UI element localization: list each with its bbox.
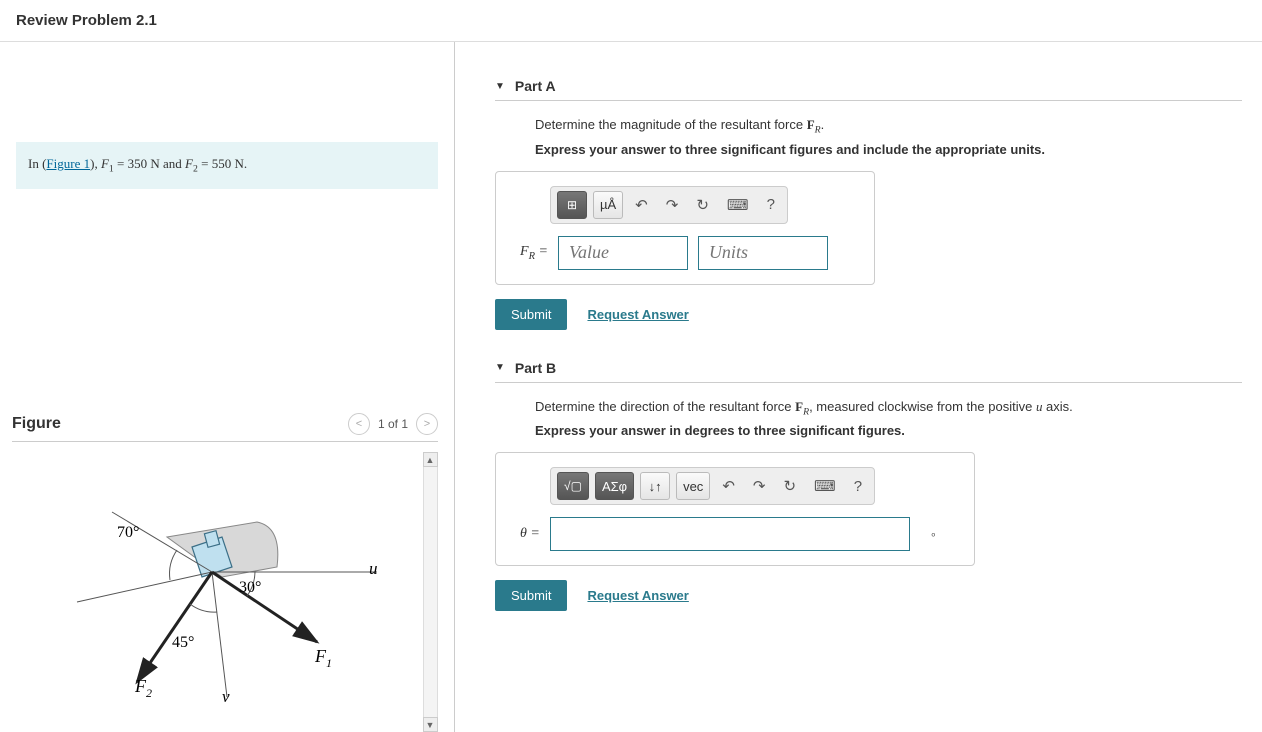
undo-button[interactable]: ↶ <box>629 196 654 214</box>
arc-70 <box>170 550 177 580</box>
vector-f2 <box>137 572 212 682</box>
degree-unit: ∘ <box>930 528 937 541</box>
scroll-up-icon[interactable]: ▲ <box>423 452 438 467</box>
qa-var: FR <box>807 117 821 132</box>
qb-var: FR <box>795 399 809 414</box>
part-b-toolbar: √▢ ΑΣφ ↓↑ vec ↶ ↷ ↻ ⌨ ? <box>550 467 875 505</box>
page-title: Review Problem 2.1 <box>0 0 1262 42</box>
angle-70-label: 70° <box>117 524 139 541</box>
theta-label: θ = <box>520 526 540 542</box>
reset-button[interactable]: ↻ <box>690 196 715 214</box>
axis-v-label: v <box>222 687 230 706</box>
info-prefix: In ( <box>28 156 46 171</box>
figure-header: Figure < 1 of 1 > <box>12 405 438 442</box>
f1-eq: = 350 N and <box>114 156 185 171</box>
redo-button[interactable]: ↷ <box>660 196 685 214</box>
figure-pager: < 1 of 1 > <box>348 413 438 435</box>
greek-button[interactable]: ΑΣφ <box>595 472 634 500</box>
keyboard-button[interactable]: ⌨ <box>808 477 842 495</box>
figure-pager-text: 1 of 1 <box>378 417 408 431</box>
help-button[interactable]: ? <box>848 478 868 495</box>
arc-45 <box>190 604 217 612</box>
right-column: ▼ Part A Determine the magnitude of the … <box>455 42 1262 732</box>
left-column: In (Figure 1), F1 = 350 N and F2 = 550 N… <box>0 42 455 732</box>
part-b-title: Part B <box>515 360 556 376</box>
f2-var: F <box>185 156 193 171</box>
units-button[interactable]: µÅ <box>593 191 623 219</box>
qb-post: axis. <box>1042 399 1072 414</box>
figure-heading: Figure <box>12 415 61 433</box>
part-b-equation-row: θ = ∘ <box>520 517 960 551</box>
figure-body: 70° 30° 45° u v F1 F2 ▲ ▼ <box>12 452 438 732</box>
figure-scrollbar[interactable]: ▲ ▼ <box>422 452 438 732</box>
scripts-button[interactable]: ↓↑ <box>640 472 670 500</box>
part-a-submit-row: Submit Request Answer <box>495 299 1242 330</box>
f2-eq: = 550 N. <box>198 156 247 171</box>
part-b-instruction: Express your answer in degrees to three … <box>535 423 1242 438</box>
undo-button[interactable]: ↶ <box>716 477 741 495</box>
qb-mid: , measured clockwise from the positive <box>809 399 1036 414</box>
prev-figure-button[interactable]: < <box>348 413 370 435</box>
redo-button[interactable]: ↷ <box>747 477 772 495</box>
part-b-answer-box: √▢ ΑΣφ ↓↑ vec ↶ ↷ ↻ ⌨ ? θ = ∘ <box>495 452 975 566</box>
next-figure-button[interactable]: > <box>416 413 438 435</box>
angle-45-label: 45° <box>172 634 194 651</box>
part-b-header[interactable]: ▼ Part B <box>495 354 1242 383</box>
vec-button[interactable]: vec <box>676 472 710 500</box>
collapse-icon: ▼ <box>495 81 505 92</box>
sqrt-button[interactable]: √▢ <box>557 472 589 500</box>
scroll-track[interactable] <box>423 467 438 717</box>
part-a-equation-row: FR = <box>520 236 860 270</box>
units-input[interactable] <box>698 236 828 270</box>
figure-svg: 70° 30° 45° u v F1 F2 <box>12 452 422 712</box>
templates-button[interactable]: ⊞ <box>557 191 587 219</box>
part-a-question: Determine the magnitude of the resultant… <box>535 117 1242 136</box>
part-b-submit-row: Submit Request Answer <box>495 580 1242 611</box>
f1-label: F1 <box>314 646 332 670</box>
figure-canvas: 70° 30° 45° u v F1 F2 <box>12 452 422 712</box>
f2-label: F2 <box>134 676 152 700</box>
part-b-request-answer-link[interactable]: Request Answer <box>587 588 688 603</box>
keyboard-button[interactable]: ⌨ <box>721 196 755 214</box>
help-button[interactable]: ? <box>761 196 781 213</box>
part-a-title: Part A <box>515 78 556 94</box>
axis-u-label: u <box>369 559 378 578</box>
collapse-icon: ▼ <box>495 362 505 373</box>
vector-f1 <box>212 572 317 642</box>
axis-line-2 <box>77 572 212 602</box>
angle-30-label: 30° <box>239 579 261 596</box>
f1-var: F <box>101 156 109 171</box>
part-a-header[interactable]: ▼ Part A <box>495 72 1242 101</box>
main-layout: In (Figure 1), F1 = 350 N and F2 = 550 N… <box>0 42 1262 732</box>
reset-button[interactable]: ↻ <box>777 477 802 495</box>
figure-section: Figure < 1 of 1 > <box>0 405 454 732</box>
part-b-question: Determine the direction of the resultant… <box>535 399 1242 418</box>
part-a-answer-box: ⊞ µÅ ↶ ↷ ↻ ⌨ ? FR = <box>495 171 875 285</box>
qa-post: . <box>821 117 825 132</box>
v-axis <box>212 572 227 697</box>
part-a-submit-button[interactable]: Submit <box>495 299 567 330</box>
qa-pre: Determine the magnitude of the resultant… <box>535 117 807 132</box>
figure-link[interactable]: Figure 1 <box>46 156 90 171</box>
problem-statement: In (Figure 1), F1 = 350 N and F2 = 550 N… <box>16 142 438 189</box>
value-input[interactable] <box>558 236 688 270</box>
info-after-link: ), <box>90 156 101 171</box>
part-a-request-answer-link[interactable]: Request Answer <box>587 307 688 322</box>
part-a-instruction: Express your answer to three significant… <box>535 142 1242 157</box>
part-b-submit-button[interactable]: Submit <box>495 580 567 611</box>
theta-input[interactable] <box>550 517 910 551</box>
part-a-toolbar: ⊞ µÅ ↶ ↷ ↻ ⌨ ? <box>550 186 788 224</box>
fr-label: FR = <box>520 244 548 262</box>
qb-pre: Determine the direction of the resultant… <box>535 399 795 414</box>
